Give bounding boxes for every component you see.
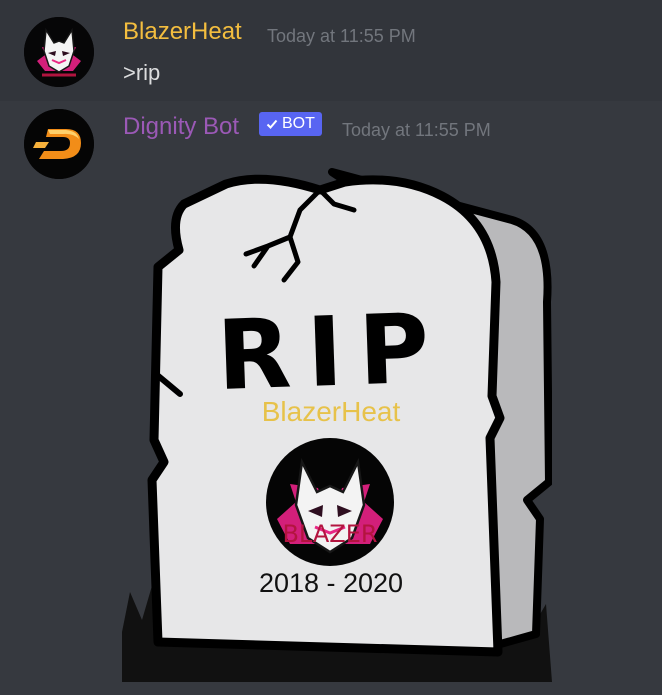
grave-years: 2018 - 2020: [258, 568, 404, 598]
user-avatar[interactable]: [24, 17, 94, 87]
bot-avatar[interactable]: [24, 109, 94, 179]
bot-username[interactable]: Dignity Bot: [123, 113, 239, 141]
message-content: >rip: [123, 60, 161, 85]
d-logo-avatar-icon: [24, 109, 94, 179]
bot-tag: BOT: [259, 112, 322, 136]
bot-timestamp: Today at 11:55 PM: [342, 120, 491, 140]
message-hover-band: [0, 0, 662, 101]
grave-name: BlazerHeat: [261, 396, 401, 427]
username[interactable]: BlazerHeat: [123, 18, 242, 46]
grave-avatar: BLAZER: [266, 438, 394, 566]
checkmark-icon: [266, 119, 278, 129]
bot-tag-label: BOT: [282, 115, 315, 132]
timestamp: Today at 11:55 PM: [267, 26, 416, 46]
grave-avatar-label: BLAZER: [282, 520, 377, 548]
fox-mask-avatar-icon: [24, 17, 94, 87]
